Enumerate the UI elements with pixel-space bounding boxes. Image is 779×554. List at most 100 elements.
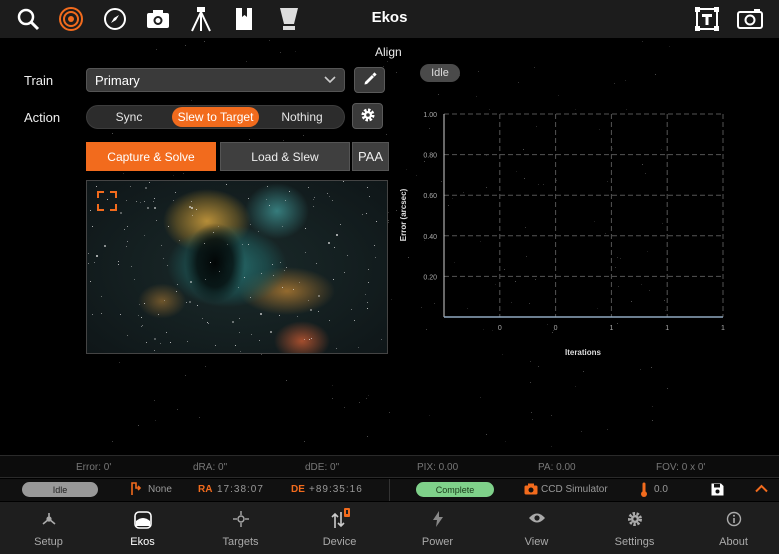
image-star: [163, 257, 165, 259]
capture-solve-button[interactable]: Capture & Solve: [86, 142, 216, 171]
align-settings-button[interactable]: [352, 103, 383, 129]
image-star: [91, 313, 93, 315]
temperature-value: 0.0: [654, 484, 668, 495]
image-star: [327, 192, 329, 194]
image-star: [118, 261, 120, 263]
image-star: [380, 338, 382, 340]
image-star: [125, 199, 127, 201]
y-tick-label: 0.80: [423, 153, 437, 160]
image-star: [189, 300, 192, 303]
image-star: [343, 181, 345, 183]
image-star: [87, 263, 89, 265]
action-sync-option[interactable]: Sync: [89, 107, 169, 127]
star-speck: [532, 419, 534, 421]
star-speck: [641, 40, 643, 42]
pencil-icon: [363, 71, 377, 89]
star-speck: [286, 379, 288, 381]
star-speck: [295, 51, 297, 53]
nav-power[interactable]: Power: [389, 502, 486, 554]
star-speck: [367, 394, 369, 396]
image-star: [212, 232, 214, 234]
chevron-up-icon[interactable]: [755, 484, 768, 496]
image-star: [208, 322, 210, 324]
nav-label: About: [719, 536, 748, 548]
star-speck: [154, 419, 156, 421]
image-star: [127, 334, 129, 336]
image-star: [206, 321, 208, 323]
nav-targets[interactable]: Targets: [192, 502, 289, 554]
pa-readout: PA: 0.00: [538, 462, 576, 473]
nav-about[interactable]: About: [685, 502, 779, 554]
x-tick-label: 1: [665, 325, 669, 332]
edit-train-button[interactable]: [354, 67, 385, 93]
nav-ekos[interactable]: Ekos: [94, 502, 191, 554]
image-star: [299, 282, 301, 284]
star-speck: [332, 398, 334, 400]
star-speck: [505, 441, 507, 443]
star-speck: [624, 79, 626, 81]
y-tick-label: 0.20: [423, 274, 437, 281]
image-star: [261, 273, 263, 275]
star-speck: [365, 397, 367, 399]
image-star: [269, 205, 271, 207]
image-star: [242, 244, 244, 246]
star-speck: [111, 133, 113, 135]
bottom-navigation: Setup Ekos Targets Device Power View Set…: [0, 502, 779, 554]
image-star: [185, 301, 187, 303]
nav-view[interactable]: View: [488, 502, 585, 554]
train-select[interactable]: Primary: [86, 68, 345, 92]
load-slew-button[interactable]: Load & Slew: [220, 142, 350, 171]
image-star: [177, 283, 179, 285]
solver-image-view[interactable]: [86, 180, 388, 354]
thermometer-icon: [640, 482, 648, 500]
image-star: [366, 302, 368, 304]
save-icon[interactable]: [711, 483, 724, 499]
settings-icon: [586, 511, 683, 527]
image-star: [278, 314, 280, 316]
action-slew-option[interactable]: Slew to Target: [172, 107, 259, 127]
app-title: Ekos: [371, 9, 408, 26]
image-star: [250, 333, 252, 335]
star-speck: [667, 387, 669, 389]
nav-settings[interactable]: Settings: [586, 502, 683, 554]
star-speck: [248, 138, 250, 140]
image-star: [190, 207, 193, 210]
expand-icon[interactable]: [97, 191, 117, 211]
nav-setup[interactable]: Setup: [0, 502, 97, 554]
image-star: [126, 241, 128, 243]
image-star: [147, 206, 150, 209]
image-star: [329, 196, 330, 198]
star-speck: [583, 371, 585, 373]
status-divider: [389, 479, 390, 501]
image-star: [144, 303, 146, 305]
snapshot-icon[interactable]: [736, 5, 764, 33]
image-star: [172, 199, 174, 201]
nav-label: Power: [421, 536, 454, 548]
star-speck: [550, 446, 552, 448]
image-star: [96, 186, 98, 188]
image-star: [279, 261, 281, 263]
paa-button[interactable]: PAA: [352, 142, 389, 171]
image-star: [205, 278, 207, 280]
image-star: [92, 225, 94, 227]
train-label: Train: [24, 73, 54, 88]
star-speck: [390, 299, 392, 301]
star-speck: [112, 441, 114, 443]
ekos-icon: [94, 511, 191, 529]
image-star: [127, 225, 129, 227]
text-tool-icon[interactable]: [693, 5, 721, 33]
image-star: [318, 310, 320, 312]
image-star: [118, 264, 120, 266]
star-speck: [485, 433, 487, 435]
image-star: [143, 234, 145, 236]
device-icon: [291, 508, 388, 530]
nav-device[interactable]: Device: [291, 502, 388, 554]
action-nothing-option[interactable]: Nothing: [262, 107, 342, 127]
image-star: [186, 340, 188, 342]
star-speck: [303, 135, 305, 137]
module-title: Align: [375, 45, 402, 59]
image-star: [90, 281, 92, 283]
image-star: [215, 344, 217, 346]
image-star: [327, 241, 330, 244]
image-star: [266, 199, 268, 201]
